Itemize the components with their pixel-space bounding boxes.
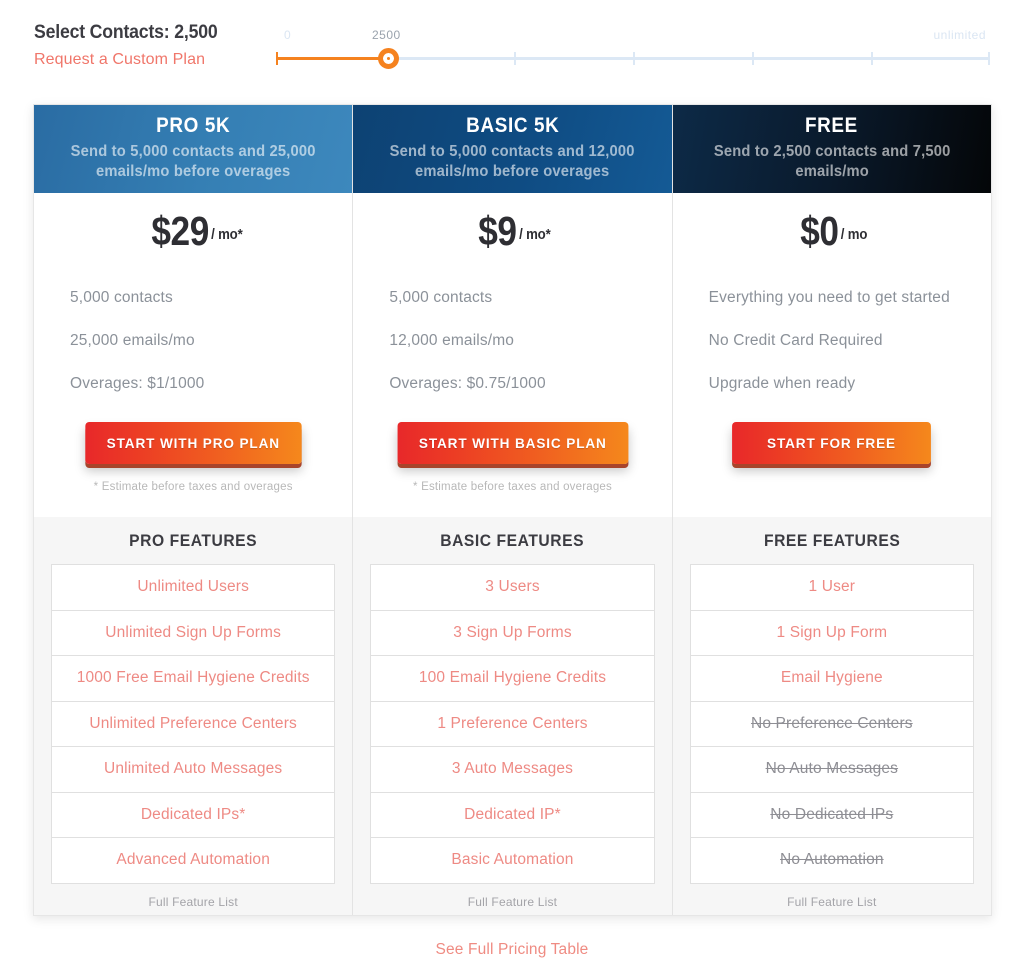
features-pro: PRO FEATURES Unlimited Users Unlimited S…	[34, 517, 353, 915]
start-for-free-button[interactable]: START FOR FREE	[732, 422, 932, 464]
plan-body-basic: $9/ mo* 5,000 contacts 12,000 emails/mo …	[353, 193, 672, 517]
contacts-selector-bar: Select Contacts: 2,500 Request a Custom …	[0, 0, 1024, 92]
price-line-pro: $29/ mo*	[52, 193, 334, 255]
pricing-table: PRO 5K Send to 5,000 contacts and 25,000…	[33, 104, 992, 916]
cta-note-basic: * Estimate before taxes and overages	[413, 481, 612, 493]
plan-title-pro: PRO 5K	[156, 114, 231, 138]
slider-tick-3	[752, 52, 754, 65]
start-with-basic-plan-button[interactable]: START WITH BASIC PLAN	[397, 422, 628, 464]
price-amount-basic: $9	[478, 208, 518, 254]
feature-item[interactable]: Dedicated IP*	[371, 792, 654, 838]
feature-item[interactable]: Unlimited Users	[52, 565, 335, 611]
feature-item[interactable]: 3 Auto Messages	[371, 747, 654, 793]
features-basic: BASIC FEATURES 3 Users 3 Sign Up Forms 1…	[353, 517, 672, 915]
plan-column-basic: BASIC 5K Send to 5,000 contacts and 12,0…	[352, 105, 672, 915]
plan-bullets-pro: 5,000 contacts 25,000 emails/mo Overages…	[52, 289, 334, 393]
slider-thumb[interactable]	[378, 48, 399, 69]
feature-list-basic: 3 Users 3 Sign Up Forms 100 Email Hygien…	[370, 564, 655, 884]
plan-header-basic: BASIC 5K Send to 5,000 contacts and 12,0…	[353, 105, 672, 193]
slider-max-label: unlimited	[933, 28, 986, 42]
start-with-pro-plan-button[interactable]: START WITH PRO PLAN	[85, 422, 302, 464]
cta-note-pro: * Estimate before taxes and overages	[93, 481, 293, 493]
features-title-basic: BASIC FEATURES	[440, 531, 585, 550]
plan-bullet: Upgrade when ready	[708, 375, 856, 392]
slider-value-label: 2500	[372, 28, 401, 42]
plan-bullet: 25,000 emails/mo	[70, 332, 195, 349]
slider-tick-1	[514, 52, 516, 65]
price-period-basic: / mo*	[519, 226, 551, 243]
contacts-slider[interactable]: 0 2500 unlimited	[276, 28, 990, 74]
feature-item[interactable]: Dedicated IPs*	[52, 792, 335, 838]
price-amount-free: $0	[800, 208, 840, 254]
plan-body-pro: $29/ mo* 5,000 contacts 25,000 emails/mo…	[34, 193, 353, 517]
feature-item[interactable]: 1 User	[690, 565, 973, 611]
feature-item: No Automation	[690, 838, 973, 884]
price-period-pro: / mo*	[210, 226, 243, 243]
plan-body-free: $0/ mo Everything you need to get starte…	[672, 193, 991, 517]
feature-item[interactable]: 1 Preference Centers	[371, 701, 654, 747]
price-amount-pro: $29	[151, 208, 209, 254]
slider-tick-0	[276, 52, 278, 65]
full-feature-list-link-pro[interactable]: Full Feature List	[51, 895, 335, 909]
feature-item[interactable]: 1000 Free Email Hygiene Credits	[52, 656, 335, 702]
feature-item[interactable]: 3 Sign Up Forms	[371, 610, 654, 656]
plan-bullets-basic: 5,000 contacts 12,000 emails/mo Overages…	[371, 289, 653, 393]
feature-item: No Dedicated IPs	[690, 792, 973, 838]
full-feature-list-link-free[interactable]: Full Feature List	[690, 895, 974, 909]
plan-column-free: FREE Send to 2,500 contacts and 7,500 em…	[671, 105, 991, 915]
plan-bullet: 12,000 emails/mo	[389, 332, 515, 349]
select-contacts-label: Select Contacts: 2,500	[34, 22, 218, 43]
plan-bullet: Overages: $1/1000	[70, 375, 205, 392]
slider-min-label: 0	[284, 28, 292, 42]
feature-item: No Auto Messages	[690, 747, 973, 793]
plan-bullet: 5,000 contacts	[70, 289, 173, 306]
plan-bullet: 5,000 contacts	[389, 289, 493, 306]
feature-item[interactable]: 100 Email Hygiene Credits	[371, 656, 654, 702]
plan-column-pro: PRO 5K Send to 5,000 contacts and 25,000…	[34, 105, 353, 915]
plan-subtitle-free: Send to 2,500 contacts and 7,500 emails/…	[713, 142, 951, 180]
plan-subtitle-pro: Send to 5,000 contacts and 25,000 emails…	[70, 142, 316, 180]
feature-list-pro: Unlimited Users Unlimited Sign Up Forms …	[51, 564, 336, 884]
slider-tick-4	[871, 52, 873, 65]
price-period-free: / mo	[840, 226, 868, 243]
feature-item[interactable]: 1 Sign Up Form	[690, 610, 973, 656]
feature-list-free: 1 User 1 Sign Up Form Email Hygiene No P…	[689, 564, 974, 884]
features-title-free: FREE FEATURES	[763, 531, 900, 550]
features-free: FREE FEATURES 1 User 1 Sign Up Form Emai…	[672, 517, 991, 915]
feature-item[interactable]: Unlimited Sign Up Forms	[52, 610, 335, 656]
plan-bullets-free: Everything you need to get started No Cr…	[691, 289, 973, 393]
feature-item[interactable]: Email Hygiene	[690, 656, 973, 702]
plan-header-free: FREE Send to 2,500 contacts and 7,500 em…	[672, 105, 991, 193]
price-line-basic: $9/ mo*	[371, 193, 653, 255]
price-line-free: $0/ mo	[691, 193, 973, 255]
cta-wrap-free: START FOR FREE	[673, 422, 991, 495]
feature-item[interactable]: Basic Automation	[371, 838, 654, 884]
slider-fill	[276, 57, 388, 60]
plan-bullet: No Credit Card Required	[708, 332, 883, 349]
plan-header-pro: PRO 5K Send to 5,000 contacts and 25,000…	[34, 105, 353, 193]
features-title-pro: PRO FEATURES	[129, 531, 258, 550]
selector-labels: Select Contacts: 2,500 Request a Custom …	[34, 22, 274, 69]
plan-subtitle-basic: Send to 5,000 contacts and 12,000 emails…	[390, 142, 635, 180]
feature-item[interactable]: Unlimited Preference Centers	[52, 701, 335, 747]
slider-tick-5	[988, 52, 990, 65]
feature-item[interactable]: Advanced Automation	[52, 838, 335, 884]
cta-note-free	[673, 481, 991, 495]
plan-columns: PRO 5K Send to 5,000 contacts and 25,000…	[34, 105, 991, 915]
see-full-pricing-table-link[interactable]: See Full Pricing Table	[0, 941, 1024, 959]
cta-wrap-pro: START WITH PRO PLAN * Estimate before ta…	[34, 422, 352, 495]
cta-wrap-basic: START WITH BASIC PLAN * Estimate before …	[353, 422, 671, 495]
plan-title-free: FREE	[805, 114, 859, 138]
plan-bullet: Overages: $0.75/1000	[389, 375, 546, 392]
slider-tick-2	[633, 52, 635, 65]
plan-title-basic: BASIC 5K	[465, 114, 560, 138]
plan-bullet: Everything you need to get started	[708, 289, 950, 306]
feature-item: No Preference Centers	[690, 701, 973, 747]
request-custom-plan-link[interactable]: Request a Custom Plan	[34, 51, 274, 69]
full-feature-list-link-basic[interactable]: Full Feature List	[370, 895, 654, 909]
feature-item[interactable]: 3 Users	[371, 565, 654, 611]
feature-item[interactable]: Unlimited Auto Messages	[52, 747, 335, 793]
